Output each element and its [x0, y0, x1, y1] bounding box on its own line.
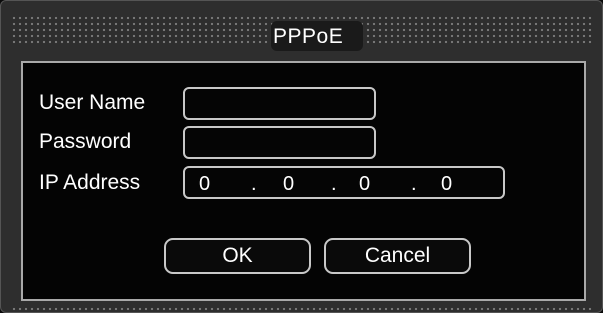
user-name-label: User Name [39, 91, 146, 114]
ip-address-input[interactable]: 0 . 0 . 0 . 0 [183, 166, 505, 199]
ip-separator-3: . [411, 173, 417, 195]
user-name-input[interactable] [183, 87, 376, 120]
ip-address-label: IP Address [39, 171, 141, 194]
dialog-title: PPPoE [273, 25, 344, 48]
ip-separator-1: . [251, 173, 257, 195]
footer-pattern [11, 306, 594, 312]
ip-octet-4[interactable]: 0 [441, 173, 452, 196]
cancel-button[interactable]: Cancel [324, 238, 471, 274]
ip-separator-2: . [331, 173, 337, 195]
ip-octet-3[interactable]: 0 [359, 173, 370, 196]
ip-octet-1[interactable]: 0 [199, 173, 210, 196]
password-input[interactable] [183, 126, 376, 159]
password-label: Password [39, 130, 132, 153]
pppoe-dialog: PPPoE User Name Password IP Address 0 . … [0, 0, 603, 313]
ip-octet-2[interactable]: 0 [283, 173, 294, 196]
ok-button[interactable]: OK [164, 238, 311, 274]
